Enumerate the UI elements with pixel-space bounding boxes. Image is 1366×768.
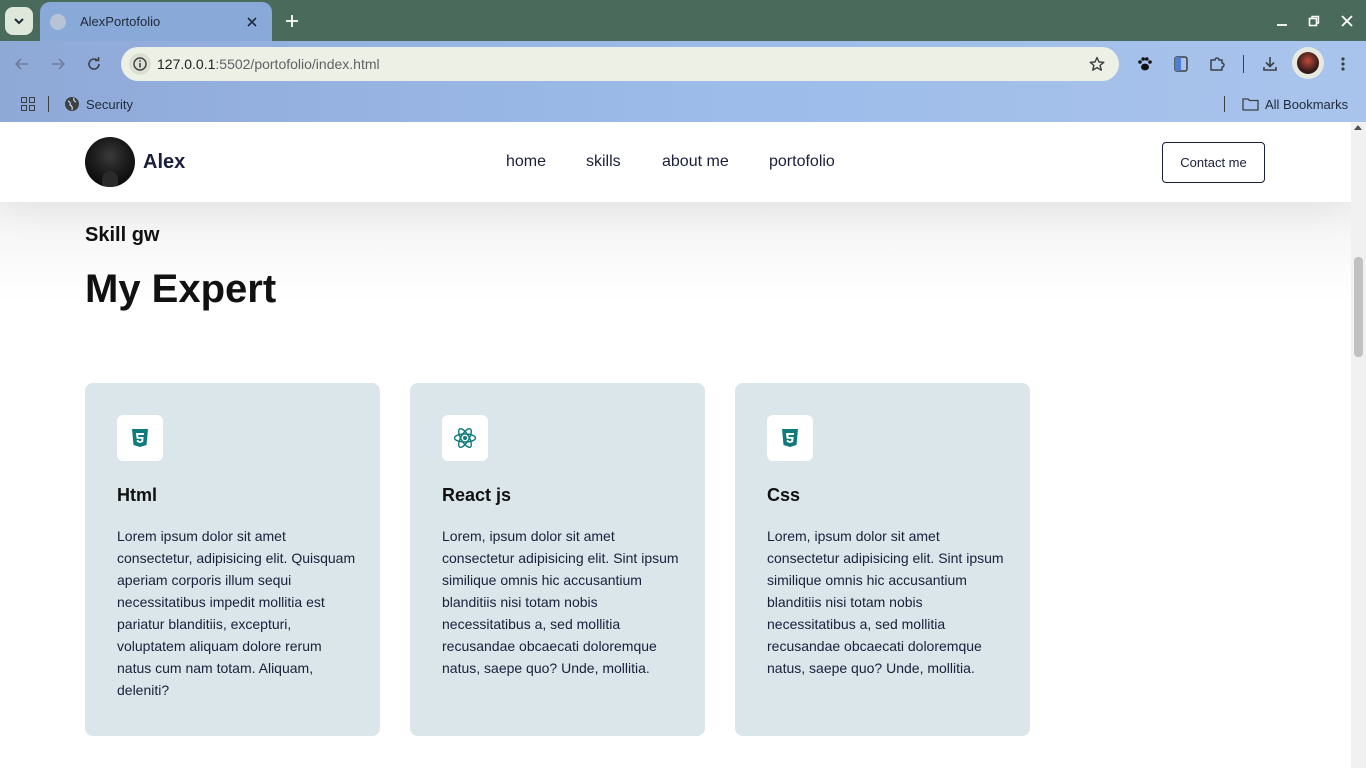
arrow-right-icon bbox=[52, 58, 66, 70]
plus-icon bbox=[286, 15, 298, 27]
globe-icon bbox=[65, 97, 79, 111]
extension-reader-icon[interactable] bbox=[1169, 52, 1193, 76]
browser-tab-active[interactable]: AlexPortofolio bbox=[40, 2, 272, 41]
minimize-button[interactable] bbox=[1270, 9, 1294, 33]
section-eyebrow: Skill gw bbox=[85, 224, 160, 246]
nav-home[interactable]: home bbox=[506, 153, 546, 171]
bookmark-star-icon[interactable] bbox=[1087, 54, 1107, 74]
extensions-puzzle-icon[interactable] bbox=[1205, 52, 1229, 76]
scroll-up-arrow-icon[interactable] bbox=[1354, 125, 1362, 130]
url-host: 127.0.0.1 bbox=[157, 56, 216, 72]
skill-card-react: React js Lorem, ipsum dolor sit amet con… bbox=[410, 383, 705, 736]
bookmark-security[interactable]: Security bbox=[64, 93, 133, 115]
arrow-left-icon bbox=[14, 58, 28, 70]
apps-grid-icon[interactable] bbox=[18, 94, 38, 114]
all-bookmarks-label: All Bookmarks bbox=[1265, 96, 1349, 112]
restore-button[interactable] bbox=[1302, 9, 1326, 33]
reload-button[interactable] bbox=[82, 52, 106, 76]
card-title: Html bbox=[117, 485, 157, 505]
chevron-down-icon bbox=[14, 18, 24, 25]
card-title: Css bbox=[767, 485, 801, 505]
forward-button[interactable] bbox=[46, 52, 70, 76]
close-window-button[interactable] bbox=[1335, 9, 1359, 33]
html5-icon bbox=[132, 429, 148, 447]
brand-avatar bbox=[85, 137, 135, 187]
download-icon[interactable] bbox=[1258, 52, 1282, 76]
bookmarks-divider bbox=[48, 96, 49, 112]
site-info-icon[interactable] bbox=[129, 53, 151, 75]
more-menu-icon[interactable] bbox=[1331, 52, 1355, 76]
new-tab-button[interactable] bbox=[280, 9, 304, 33]
browser-toolbar: 127.0.0.1:5502/portofolio/index.html bbox=[0, 41, 1366, 87]
globe-icon bbox=[50, 13, 66, 30]
close-icon bbox=[1341, 15, 1353, 27]
url-path: :5502/portofolio/index.html bbox=[215, 56, 380, 72]
scrollbar-thumb[interactable] bbox=[1354, 257, 1363, 357]
card-description: Lorem ipsum dolor sit amet consectetur, … bbox=[117, 528, 356, 698]
profile-picture bbox=[1297, 52, 1319, 74]
bookmarks-divider-right bbox=[1224, 96, 1225, 112]
nav-skills[interactable]: skills bbox=[586, 153, 621, 171]
profile-avatar[interactable] bbox=[1292, 47, 1324, 79]
nav-portofolio[interactable]: portofolio bbox=[769, 153, 835, 171]
folder-icon bbox=[1242, 98, 1259, 111]
skill-card-css: Css Lorem, ipsum dolor sit amet consecte… bbox=[735, 383, 1030, 736]
back-button[interactable] bbox=[10, 52, 34, 76]
card-icon-box bbox=[442, 415, 488, 461]
card-icon-box bbox=[767, 415, 813, 461]
site-header: Alex home skills about me portofolio Con… bbox=[0, 122, 1351, 202]
page-scrollbar[interactable] bbox=[1351, 122, 1366, 768]
card-title: React js bbox=[442, 485, 512, 505]
contact-me-button[interactable]: Contact me bbox=[1162, 142, 1265, 183]
brand-name[interactable]: Alex bbox=[143, 151, 185, 174]
page-viewport: Alex home skills about me portofolio Con… bbox=[0, 122, 1351, 768]
reload-icon bbox=[88, 57, 100, 70]
restore-icon bbox=[1308, 15, 1320, 27]
minimize-icon bbox=[1277, 24, 1287, 26]
close-tab-icon[interactable] bbox=[242, 12, 262, 32]
all-bookmarks-button[interactable]: All Bookmarks bbox=[1242, 93, 1348, 115]
card-icon-box bbox=[117, 415, 163, 461]
section-heading: My Expert bbox=[85, 267, 277, 311]
bookmark-label: Security bbox=[86, 96, 133, 112]
toolbar-divider bbox=[1243, 55, 1244, 73]
bookmarks-bar: Security All Bookmarks bbox=[0, 87, 1366, 122]
react-icon bbox=[453, 427, 477, 449]
tab-search-button[interactable] bbox=[5, 7, 33, 35]
address-bar[interactable]: 127.0.0.1:5502/portofolio/index.html bbox=[121, 47, 1119, 81]
card-description: Lorem, ipsum dolor sit amet consectetur … bbox=[442, 528, 679, 676]
card-description: Lorem, ipsum dolor sit amet consectetur … bbox=[767, 528, 1004, 676]
tab-strip: AlexPortofolio bbox=[0, 0, 1366, 41]
skill-card-html: Html Lorem ipsum dolor sit amet consecte… bbox=[85, 383, 380, 736]
css3-icon bbox=[782, 429, 798, 447]
tab-title: AlexPortofolio bbox=[80, 14, 161, 29]
extension-paw-icon[interactable] bbox=[1133, 52, 1157, 76]
nav-about-me[interactable]: about me bbox=[662, 153, 729, 171]
url-text: 127.0.0.1:5502/portofolio/index.html bbox=[157, 56, 380, 72]
